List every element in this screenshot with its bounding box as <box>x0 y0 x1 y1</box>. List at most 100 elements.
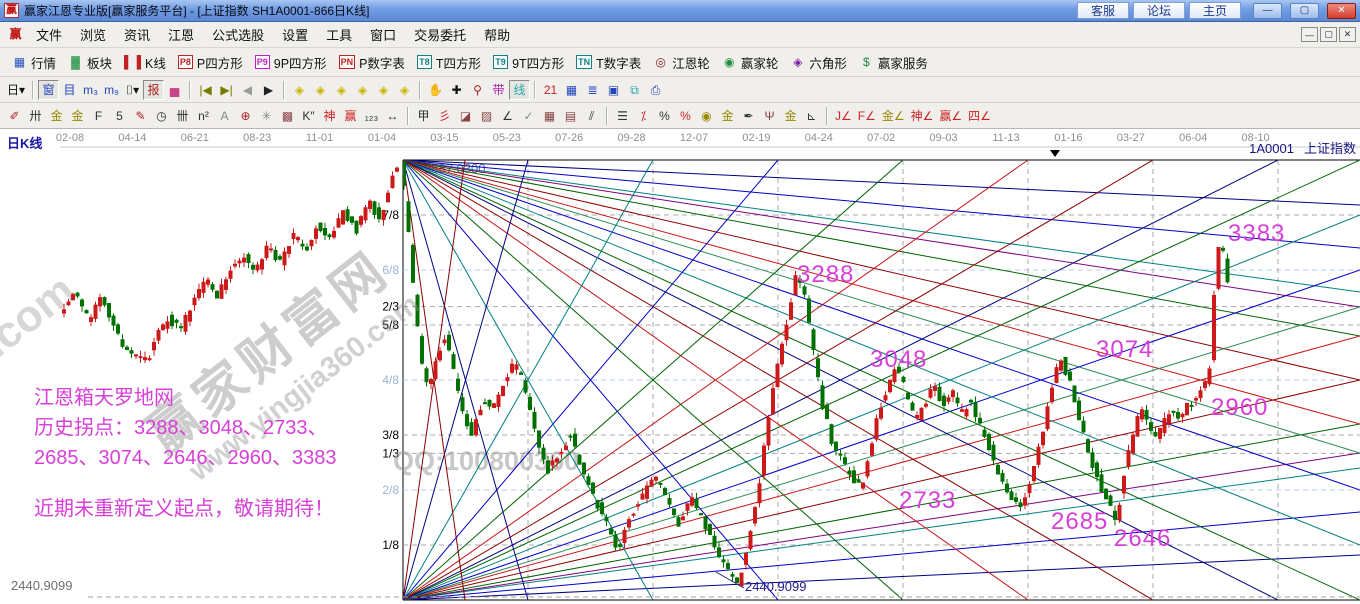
header-button-主页[interactable]: 主页 <box>1189 2 1241 19</box>
calculator-icon[interactable]: ▦ <box>561 80 582 100</box>
restore-button[interactable]: ▢ <box>1290 3 1319 19</box>
j-angle-icon[interactable]: J∠ <box>832 106 855 126</box>
slant-lines-icon[interactable]: ⫽ <box>581 106 602 126</box>
percent-icon[interactable]: % <box>654 106 675 126</box>
grid-dense-icon[interactable]: ▦ <box>539 106 560 126</box>
andrews-channel-icon[interactable]: A <box>214 106 235 126</box>
net-box-icon[interactable]: ▩ <box>277 106 298 126</box>
alert-report-icon[interactable]: 报 <box>143 80 164 100</box>
circle-target-icon[interactable]: ⊕ <box>235 106 256 126</box>
box-tool-icon[interactable]: 甲 <box>413 106 434 126</box>
menu-浏览[interactable]: 浏览 <box>71 21 115 48</box>
angle-line-icon[interactable]: ∠ <box>497 106 518 126</box>
menu-窗口[interactable]: 窗口 <box>361 21 405 48</box>
toolbar-p9-square[interactable]: P99P四方形 <box>249 51 333 74</box>
radiate-star-icon[interactable]: ✳ <box>256 106 277 126</box>
fib-lines-icon[interactable]: F <box>88 106 109 126</box>
report-list-icon[interactable]: 目 <box>59 80 80 100</box>
print-icon[interactable]: ⎙ <box>645 80 666 100</box>
gann-diamond-left-icon[interactable]: ◈ <box>289 80 310 100</box>
menu-江恩[interactable]: 江恩 <box>159 21 203 48</box>
angle-measure-icon[interactable]: ⊾ <box>801 106 822 126</box>
shen-angle-icon[interactable]: 神∠ <box>908 106 937 126</box>
toolbar-t-number-table[interactable]: TNT数字表 <box>570 51 647 74</box>
gann-box-net-icon[interactable]: ▨ <box>476 106 497 126</box>
nav-prev-icon[interactable]: ◀ <box>237 80 258 100</box>
gann-diamond-right-icon[interactable]: ◈ <box>310 80 331 100</box>
menu-交易委托[interactable]: 交易委托 <box>405 21 475 48</box>
gold-circle-icon[interactable]: ◉ <box>696 106 717 126</box>
toolbar-sectors[interactable]: ▓板块 <box>62 51 118 74</box>
draw-brush-icon[interactable]: ✎ <box>130 106 151 126</box>
ma-lines-3-icon[interactable]: m₃ <box>80 80 101 100</box>
time-cycle-icon[interactable]: ◷ <box>151 106 172 126</box>
shen-tool-icon[interactable]: 神 <box>319 106 340 126</box>
menu-设置[interactable]: 设置 <box>273 21 317 48</box>
pan-hand-icon[interactable]: ✋ <box>425 80 446 100</box>
nav-first-icon[interactable]: |◀ <box>195 80 216 100</box>
menu-文件[interactable]: 文件 <box>27 21 71 48</box>
period-daily-dropdown-icon[interactable]: 日▾ <box>4 80 28 100</box>
crosshair-icon[interactable]: ✚ <box>446 80 467 100</box>
ladder-table-icon[interactable]: ☰ <box>612 106 633 126</box>
toolbar-quotes[interactable]: ▦行情 <box>6 51 62 74</box>
color-volume-icon[interactable]: ▅ <box>164 80 185 100</box>
grid-lines-icon[interactable]: 卅 <box>25 106 46 126</box>
gold-section-2-icon[interactable]: 金 <box>67 106 88 126</box>
zoom-inspect-icon[interactable]: ⚲ <box>467 80 488 100</box>
gold-angle-icon[interactable]: 金∠ <box>879 106 908 126</box>
toolbar-kline[interactable]: ▌▐K线 <box>118 51 172 74</box>
four-angle-icon[interactable]: 四∠ <box>965 106 994 126</box>
menu-公式选股[interactable]: 公式选股 <box>203 21 273 48</box>
kline-chart-canvas[interactable]: 02-0804-1406-2108-2311-0101-0403-1505-23… <box>0 129 1360 604</box>
memo-icon[interactable]: ≣ <box>582 80 603 100</box>
ink-marker-icon[interactable]: ✒ <box>738 106 759 126</box>
nav-last-icon[interactable]: ▶| <box>216 80 237 100</box>
ma-lines-9-icon[interactable]: m₉ <box>101 80 122 100</box>
five-section-icon[interactable]: 5 <box>109 106 130 126</box>
child-minimize-button[interactable]: — <box>1301 27 1318 42</box>
menu-帮助[interactable]: 帮助 <box>475 21 519 48</box>
nav-next-icon[interactable]: ▶ <box>258 80 279 100</box>
n-square-icon[interactable]: n² <box>193 106 214 126</box>
tally-lines-icon[interactable]: 卌 <box>172 106 193 126</box>
toolbar-gann-wheel[interactable]: ◎江恩轮 <box>647 51 716 74</box>
menu-资讯[interactable]: 资讯 <box>115 21 159 48</box>
header-button-论坛[interactable]: 论坛 <box>1133 2 1185 19</box>
grid-box2-icon[interactable]: ▤ <box>560 106 581 126</box>
minimize-button[interactable]: — <box>1253 3 1282 19</box>
gann-diamond-cross-icon[interactable]: ◈ <box>352 80 373 100</box>
k-note-icon[interactable]: K″ <box>298 106 319 126</box>
ruler-123-icon[interactable]: ₁₂₃ <box>361 106 382 126</box>
gann-box-fan-icon[interactable]: ◪ <box>455 106 476 126</box>
gann-diamond-hsplit-icon[interactable]: ◈ <box>331 80 352 100</box>
chart-area[interactable]: 02-0804-1406-2108-2311-0101-0403-1505-23… <box>0 129 1360 604</box>
ying-tool-icon[interactable]: 赢 <box>340 106 361 126</box>
pattern-lines-icon[interactable]: 线 <box>509 80 530 100</box>
save-icon[interactable]: ▣ <box>603 80 624 100</box>
gann-diamond-plus-icon[interactable]: ◈ <box>373 80 394 100</box>
toolbar-t9-square[interactable]: T99T四方形 <box>487 51 570 74</box>
f-angle-icon[interactable]: F∠ <box>855 106 879 126</box>
gold-level-icon[interactable]: 金 <box>717 106 738 126</box>
percent-slash-icon[interactable]: ⁒ <box>633 106 654 126</box>
toolbar-t-square[interactable]: T8T四方形 <box>411 51 487 74</box>
gold-box-icon[interactable]: 金 <box>780 106 801 126</box>
candle-style-dropdown-icon[interactable]: ⌷▾ <box>122 80 143 100</box>
h-span-icon[interactable]: ↔ <box>382 106 403 126</box>
menu-工具[interactable]: 工具 <box>317 21 361 48</box>
gold-section-1-icon[interactable]: 金 <box>46 106 67 126</box>
toolbar-winner-wheel[interactable]: ◉赢家轮 <box>716 51 785 74</box>
pattern-window-icon[interactable]: 窗 <box>38 80 59 100</box>
gann-diamond-all-icon[interactable]: ◈ <box>394 80 415 100</box>
check-line-icon[interactable]: ✓ <box>518 106 539 126</box>
toolbar-winner-service[interactable]: $赢家服务 <box>853 51 934 74</box>
toolbar-hexagon[interactable]: ◈六角形 <box>784 51 853 74</box>
draw-arrow-pen-icon[interactable]: ✐ <box>4 106 25 126</box>
gann-fan-red-icon[interactable]: 彡 <box>434 106 455 126</box>
gann-marker-icon[interactable]: 带 <box>488 80 509 100</box>
close-button[interactable]: ✕ <box>1327 3 1356 19</box>
calendar-icon[interactable]: 21 <box>540 80 561 100</box>
header-button-客服[interactable]: 客服 <box>1077 2 1129 19</box>
child-close-button[interactable]: ✕ <box>1339 27 1356 42</box>
